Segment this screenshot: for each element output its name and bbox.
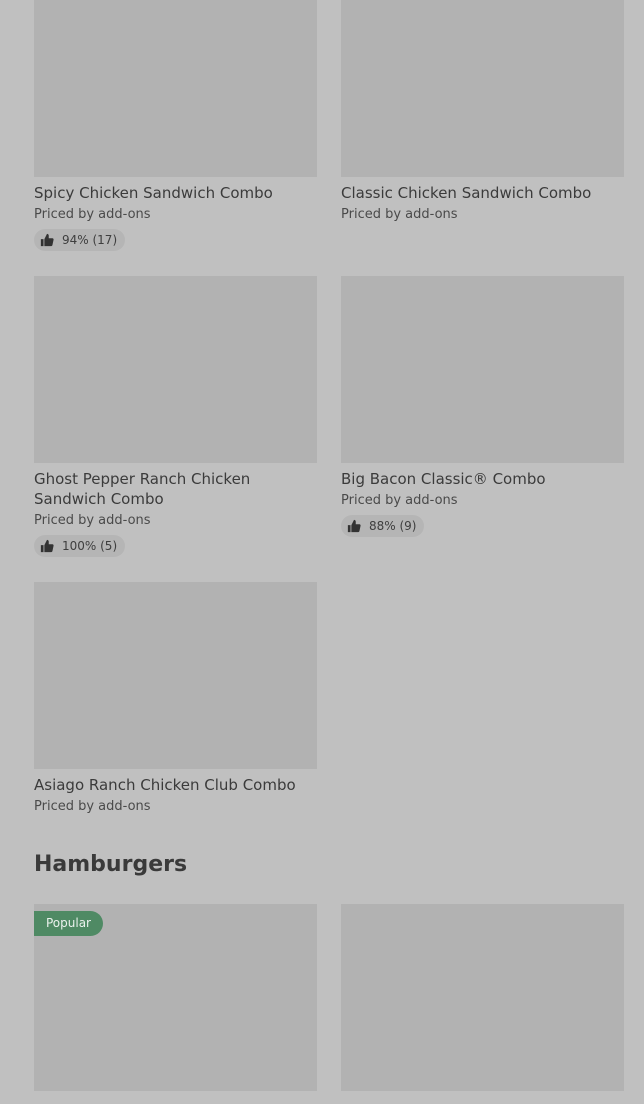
- item-price: Priced by add-ons: [34, 207, 151, 222]
- item-title: [34, 1095, 317, 1104]
- rating-text: 88% (9): [369, 519, 417, 533]
- item-image: [34, 0, 317, 177]
- rating-badge: 94% (17): [34, 229, 126, 251]
- item-image: [341, 904, 624, 1091]
- item-price: Priced by add-ons: [341, 493, 458, 508]
- item-price: Priced by add-ons: [34, 799, 151, 814]
- item-title: [341, 1095, 624, 1104]
- item-price: Priced by add-ons: [341, 207, 458, 222]
- rating-badge: 100% (5): [34, 535, 126, 557]
- menu-item-card[interactable]: Ghost Pepper Ranch Chicken Sandwich Comb…: [34, 276, 317, 557]
- item-image: [341, 276, 624, 463]
- menu-item-card[interactable]: Classic Chicken Sandwich Combo Priced by…: [341, 0, 624, 223]
- item-title: Big Bacon Classic® Combo: [341, 470, 546, 488]
- item-image: Popular: [34, 904, 317, 1091]
- item-title: Spicy Chicken Sandwich Combo: [34, 184, 273, 202]
- menu-item-card[interactable]: Big Bacon Classic® Combo Priced by add-o…: [341, 276, 624, 537]
- item-title: Asiago Ranch Chicken Club Combo: [34, 776, 296, 794]
- item-title: Ghost Pepper Ranch Chicken Sandwich Comb…: [34, 470, 251, 508]
- menu-item-card[interactable]: Asiago Ranch Chicken Club Combo Priced b…: [34, 582, 317, 815]
- menu-item-card[interactable]: [341, 904, 624, 1104]
- item-image: [34, 582, 317, 769]
- rating-text: 100% (5): [62, 539, 118, 553]
- thumbs-up-icon: [40, 233, 54, 247]
- rating-text: 94% (17): [62, 233, 118, 247]
- menu-item-card[interactable]: Popular: [34, 904, 317, 1104]
- item-title: Classic Chicken Sandwich Combo: [341, 184, 592, 202]
- item-image: [34, 276, 317, 463]
- thumbs-up-icon: [347, 519, 361, 533]
- thumbs-up-icon: [40, 539, 54, 553]
- item-image: [341, 0, 624, 177]
- popular-badge: Popular: [34, 911, 103, 936]
- section-title: Hamburgers: [34, 852, 188, 877]
- item-price: Priced by add-ons: [34, 513, 151, 528]
- rating-badge: 88% (9): [341, 515, 425, 537]
- menu-item-card[interactable]: Spicy Chicken Sandwich Combo Priced by a…: [34, 0, 317, 251]
